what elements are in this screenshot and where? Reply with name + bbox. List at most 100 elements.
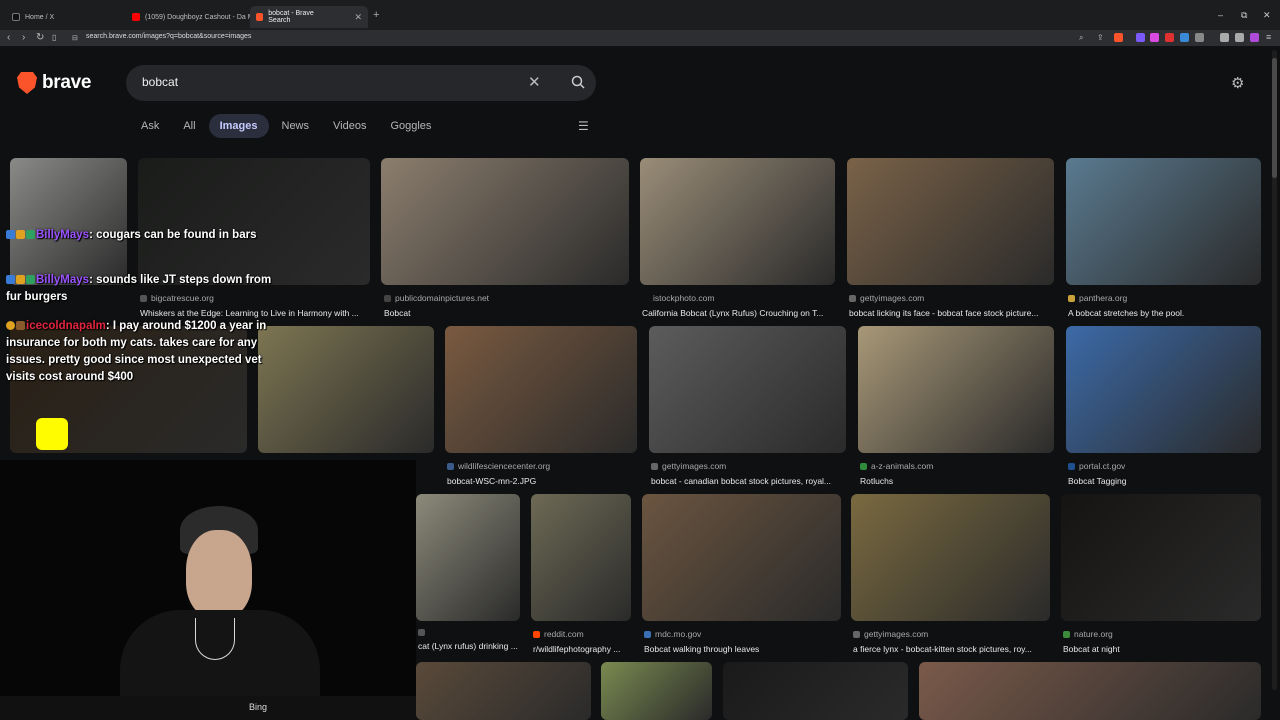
profile-icon[interactable] bbox=[1250, 33, 1259, 42]
badge-icon bbox=[16, 230, 25, 239]
result-source: nature.org bbox=[1063, 629, 1259, 639]
result-meta[interactable]: mdc.mo.gov Bobcat walking through leaves bbox=[644, 629, 839, 654]
search-type-tabs: Ask All Images News Videos Goggles bbox=[130, 114, 444, 138]
result-meta[interactable]: panthera.org A bobcat stretches by the po… bbox=[1068, 293, 1259, 318]
result-source: publicdomainpictures.net bbox=[384, 293, 628, 303]
result-image[interactable] bbox=[642, 494, 841, 621]
result-image[interactable] bbox=[416, 494, 520, 621]
brave-lion-icon bbox=[17, 72, 37, 94]
favicon-icon bbox=[384, 294, 391, 302]
sidebar-icon[interactable] bbox=[1235, 33, 1244, 42]
badge-icon bbox=[26, 230, 35, 239]
close-window-button[interactable]: ✕ bbox=[1263, 10, 1271, 21]
result-meta[interactable]: a-z-animals.com Rotluchs bbox=[860, 461, 1052, 486]
reload-icon[interactable]: ↻ bbox=[36, 32, 44, 43]
result-source: gettyimages.com bbox=[853, 629, 1048, 639]
result-source-label: istockphoto.com bbox=[653, 293, 715, 303]
badge-icon bbox=[6, 230, 15, 239]
result-image[interactable] bbox=[919, 662, 1261, 720]
streamer-face bbox=[186, 530, 252, 618]
scrollbar-thumb[interactable] bbox=[1272, 58, 1277, 178]
minimize-button[interactable]: – bbox=[1218, 10, 1223, 20]
result-image[interactable] bbox=[640, 158, 835, 285]
tab-label: bobcat - Brave Search bbox=[268, 10, 314, 24]
result-image[interactable] bbox=[445, 326, 637, 453]
search-input[interactable] bbox=[142, 75, 522, 89]
media-icon[interactable] bbox=[1220, 33, 1229, 42]
chat-user: BillyMays bbox=[36, 229, 90, 241]
extension-icon[interactable] bbox=[1165, 33, 1174, 42]
chat-message: icecoldnapalm: I pay around $1200 a year… bbox=[6, 318, 286, 386]
result-meta[interactable]: publicdomainpictures.net Bobcat bbox=[384, 293, 628, 318]
result-image[interactable] bbox=[649, 326, 846, 453]
result-image[interactable] bbox=[847, 158, 1054, 285]
tab-ask[interactable]: Ask bbox=[130, 114, 170, 138]
back-icon[interactable]: ‹ bbox=[7, 32, 10, 43]
result-meta[interactable]: cat (Lynx rufus) drinking ... bbox=[418, 629, 518, 651]
result-image[interactable] bbox=[858, 326, 1054, 453]
url-field[interactable]: search.brave.com/images?q=bobcat&source=… bbox=[86, 33, 251, 40]
share-icon[interactable]: ⇪ bbox=[1097, 33, 1104, 42]
result-image[interactable] bbox=[723, 662, 908, 720]
zoom-icon[interactable]: ⌕ bbox=[1079, 33, 1083, 43]
new-tab-button[interactable]: + bbox=[373, 9, 379, 21]
forward-icon[interactable]: › bbox=[22, 32, 25, 43]
result-image[interactable] bbox=[10, 158, 127, 285]
tab-all[interactable]: All bbox=[172, 114, 206, 138]
result-image[interactable] bbox=[381, 158, 629, 285]
close-tab-icon[interactable]: ✕ bbox=[354, 12, 362, 23]
result-meta[interactable]: gettyimages.com a fierce lynx - bobcat-ki… bbox=[853, 629, 1048, 654]
result-image[interactable] bbox=[531, 494, 631, 621]
badge-icon bbox=[6, 275, 15, 284]
result-image[interactable] bbox=[1066, 158, 1261, 285]
result-meta[interactable]: nature.org Bobcat at night bbox=[1063, 629, 1259, 654]
result-title: Bobcat bbox=[384, 308, 411, 318]
result-title: bobcat - canadian bobcat stock pictures,… bbox=[651, 476, 832, 486]
result-image[interactable] bbox=[416, 662, 591, 720]
favicon-icon bbox=[1068, 462, 1075, 470]
extension-icon[interactable] bbox=[1180, 33, 1189, 42]
extension-icon[interactable] bbox=[1150, 33, 1159, 42]
search-icon[interactable] bbox=[571, 75, 585, 89]
tab-youtube[interactable]: (1059) Doughboyz Cashout - Da M... bbox=[126, 8, 265, 26]
close-icon[interactable]: ✕ bbox=[528, 73, 541, 91]
extension-icon[interactable] bbox=[1195, 33, 1204, 42]
scrollbar[interactable] bbox=[1272, 50, 1277, 690]
tab-x[interactable]: Home / X bbox=[6, 8, 60, 26]
brave-shields-icon[interactable] bbox=[1114, 33, 1123, 42]
menu-icon[interactable]: ≡ bbox=[1266, 32, 1271, 42]
favicon-icon bbox=[651, 462, 658, 470]
tab-news[interactable]: News bbox=[271, 114, 321, 138]
tab-brave-search[interactable]: bobcat - Brave Search ✕ bbox=[250, 6, 368, 28]
result-source bbox=[418, 629, 518, 636]
filter-icon[interactable]: ☰ bbox=[578, 119, 589, 133]
bookmark-icon[interactable]: ▯ bbox=[52, 33, 56, 42]
result-image[interactable] bbox=[851, 494, 1050, 621]
result-meta[interactable]: portal.ct.gov Bobcat Tagging bbox=[1068, 461, 1259, 486]
gear-icon[interactable]: ⚙ bbox=[1231, 74, 1244, 92]
result-meta[interactable]: reddit.com r/wildlifephotography ... bbox=[533, 629, 629, 654]
tab-images[interactable]: Images bbox=[208, 114, 269, 138]
result-source: gettyimages.com bbox=[651, 461, 844, 471]
search-box: ✕ bbox=[126, 65, 596, 101]
tab-videos[interactable]: Videos bbox=[322, 114, 377, 138]
brave-logo[interactable]: brave bbox=[17, 72, 92, 94]
extension-icon[interactable] bbox=[1136, 33, 1145, 42]
result-meta[interactable]: istockphoto.com California Bobcat (Lynx R… bbox=[642, 293, 833, 318]
favicon-icon bbox=[644, 630, 651, 638]
maximize-button[interactable]: ⧉ bbox=[1241, 10, 1247, 21]
result-image[interactable] bbox=[601, 662, 712, 720]
site-info-icon[interactable]: ⊟ bbox=[72, 34, 78, 42]
result-title: California Bobcat (Lynx Rufus) Crouching… bbox=[642, 308, 824, 318]
tab-goggles[interactable]: Goggles bbox=[379, 114, 442, 138]
result-title: Bobcat walking through leaves bbox=[644, 644, 760, 654]
favicon-icon bbox=[533, 630, 540, 638]
result-meta[interactable]: gettyimages.com bobcat licking its face -… bbox=[849, 293, 1052, 318]
result-meta[interactable]: wildlifesciencecenter.org bobcat-WSC-mn-2… bbox=[447, 461, 635, 486]
badge-icon bbox=[16, 321, 25, 330]
result-source-label: reddit.com bbox=[544, 629, 584, 639]
result-image[interactable] bbox=[1066, 326, 1261, 453]
result-image[interactable] bbox=[138, 158, 370, 285]
result-image[interactable] bbox=[1061, 494, 1261, 621]
result-meta[interactable]: gettyimages.com bobcat - canadian bobcat … bbox=[651, 461, 844, 486]
